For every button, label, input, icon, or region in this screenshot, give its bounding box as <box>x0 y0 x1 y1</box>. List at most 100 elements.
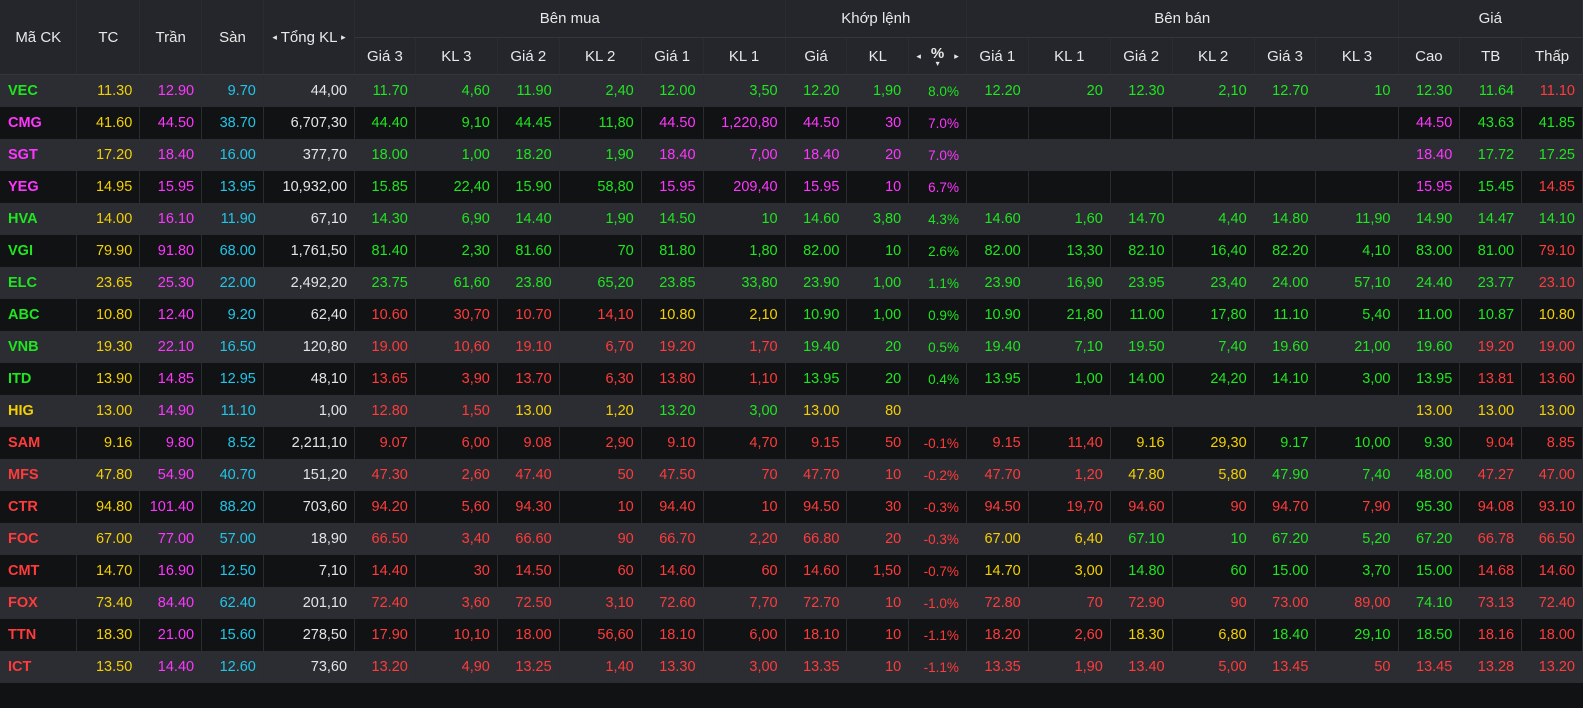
cell-symbol[interactable]: ICT <box>0 651 78 683</box>
col-header-sell-vol-1[interactable]: KL 1 <box>1028 37 1111 75</box>
table-row[interactable]: SAM 9.16 9.80 8.52 2,211,10 9.07 6,00 9.08 2,90 9… <box>0 427 1583 459</box>
col-header-sell-price-3[interactable]: Giá 3 <box>1254 37 1317 75</box>
col-header-sell-price-1[interactable]: Giá 1 <box>966 37 1029 75</box>
cell-change-percent: 7.0% <box>908 139 967 171</box>
table-row[interactable]: FOC 67.00 77.00 57.00 18,90 66.50 3,40 66.60 90 6… <box>0 523 1583 555</box>
cell-ref: 94.80 <box>76 491 141 523</box>
cell-symbol[interactable]: HIG <box>0 395 78 427</box>
col-header-sell-vol-2[interactable]: KL 2 <box>1172 37 1255 75</box>
table-row[interactable]: FOX 73.40 84.40 62.40 201,10 72.40 3,60 72.50 3,… <box>0 587 1583 619</box>
cell-total-volume: 703,60 <box>263 491 356 523</box>
table-row[interactable]: ELC 23.65 25.30 22.00 2,492,20 23.75 61,60 23.8… <box>0 267 1583 299</box>
cell-avg: 43.63 <box>1459 107 1523 139</box>
cell-sell-price-1: 13.95 <box>966 363 1029 395</box>
cell-ref: 18.30 <box>76 619 141 651</box>
table-row[interactable]: MFS 47.80 54.90 40.70 151,20 47.30 2,60 47.40 50… <box>0 459 1583 491</box>
cell-sell-price-2 <box>1110 139 1173 171</box>
table-row[interactable]: SGT 17.20 18.40 16.00 377,70 18.00 1,00 18.20 1,… <box>0 139 1583 171</box>
right-arrow-icon[interactable]: ▸ <box>341 32 346 43</box>
col-header-floor[interactable]: Sàn <box>201 0 264 75</box>
table-row[interactable]: YEG 14.95 15.95 13.95 10,932,00 15.85 22,40 15.… <box>0 171 1583 203</box>
col-header-buy-vol-1[interactable]: KL 1 <box>703 37 786 75</box>
table-row[interactable]: CMT 14.70 16.90 12.50 7,10 14.40 30 14.50 60 14.6… <box>0 555 1583 587</box>
table-row[interactable]: ICT 13.50 14.40 12.60 73,60 13.20 4,90 13.25 1,4… <box>0 651 1583 683</box>
col-header-match-price[interactable]: Giá <box>785 37 848 75</box>
cell-change-percent <box>908 395 967 427</box>
cell-ceiling: 44.50 <box>139 107 203 139</box>
cell-high: 14.90 <box>1398 203 1461 235</box>
cell-symbol[interactable]: FOC <box>0 523 78 555</box>
cell-low: 14.85 <box>1521 171 1583 203</box>
cell-ref: 19.30 <box>76 331 141 363</box>
col-header-symbol[interactable]: Mã CK <box>0 0 78 75</box>
cell-symbol[interactable]: ABC <box>0 299 78 331</box>
table-row[interactable]: CTR 94.80 101.40 88.20 703,60 94.20 5,60 94.30 1… <box>0 491 1583 523</box>
cell-symbol[interactable]: CMG <box>0 107 78 139</box>
cell-match-volume: 1,50 <box>846 555 910 587</box>
col-header-buy-price-1[interactable]: Giá 1 <box>641 37 704 75</box>
cell-symbol[interactable]: YEG <box>0 171 78 203</box>
col-header-low[interactable]: Thấp <box>1521 37 1583 75</box>
col-header-ceiling[interactable]: Trần <box>139 0 203 75</box>
cell-symbol[interactable]: TTN <box>0 619 78 651</box>
cell-avg: 81.00 <box>1459 235 1523 267</box>
cell-symbol[interactable]: HVA <box>0 203 78 235</box>
cell-symbol[interactable]: CTR <box>0 491 78 523</box>
cell-symbol[interactable]: FOX <box>0 587 78 619</box>
left-arrow-icon[interactable]: ◂ <box>916 51 921 62</box>
cell-low: 72.40 <box>1521 587 1583 619</box>
col-header-sell-price-2[interactable]: Giá 2 <box>1110 37 1173 75</box>
table-row[interactable]: VGI 79.90 91.80 68.00 1,761,50 81.40 2,30 81.60… <box>0 235 1583 267</box>
cell-sell-price-1: 19.40 <box>966 331 1029 363</box>
cell-sell-price-1: 47.70 <box>966 459 1029 491</box>
cell-ceiling: 16.90 <box>139 555 203 587</box>
col-header-buy-vol-3[interactable]: KL 3 <box>415 37 498 75</box>
col-header-buy-vol-2[interactable]: KL 2 <box>559 37 642 75</box>
cell-sell-vol-3 <box>1315 171 1399 203</box>
col-header-high[interactable]: Cao <box>1398 37 1461 75</box>
cell-match-volume: 20 <box>846 523 910 555</box>
col-header-buy-price-3[interactable]: Giá 3 <box>354 37 416 75</box>
cell-buy-vol-2: 70 <box>559 235 642 267</box>
table-row[interactable]: HVA 14.00 16.10 11.90 67,10 14.30 6,90 14.40 1,9… <box>0 203 1583 235</box>
cell-symbol[interactable]: VEC <box>0 74 78 107</box>
cell-sell-vol-1: 13,30 <box>1028 235 1111 267</box>
right-arrow-icon[interactable]: ▸ <box>954 51 959 62</box>
cell-buy-price-1: 12.00 <box>641 74 704 107</box>
cell-buy-price-3: 19.00 <box>354 331 416 363</box>
table-row[interactable]: VEC 11.30 12.90 9.70 44,00 11.70 4,60 11.90 2,40… <box>0 74 1583 107</box>
col-header-sell-vol-3[interactable]: KL 3 <box>1315 37 1399 75</box>
cell-symbol[interactable]: CMT <box>0 555 78 587</box>
cell-buy-price-2: 15.90 <box>497 171 560 203</box>
col-header-ref[interactable]: TC <box>76 0 141 75</box>
cell-symbol[interactable]: ITD <box>0 363 78 395</box>
table-row[interactable]: CMG 41.60 44.50 38.70 6,707,30 44.40 9,10 44.45… <box>0 107 1583 139</box>
cell-sell-vol-1 <box>1028 107 1111 139</box>
cell-floor: 16.00 <box>201 139 264 171</box>
table-row[interactable]: VNB 19.30 22.10 16.50 120,80 19.00 10,60 19.10 6… <box>0 331 1583 363</box>
cell-symbol[interactable]: SGT <box>0 139 78 171</box>
cell-buy-vol-1: 2,10 <box>703 299 786 331</box>
table-row[interactable]: ITD 13.90 14.85 12.95 48,10 13.65 3,90 13.70 6,3… <box>0 363 1583 395</box>
col-header-match-volume[interactable]: KL <box>846 37 910 75</box>
cell-buy-vol-2: 1,40 <box>559 651 642 683</box>
table-row[interactable]: TTN 18.30 21.00 15.60 278,50 17.90 10,10 18.00 5… <box>0 619 1583 651</box>
cell-ceiling: 14.85 <box>139 363 203 395</box>
col-header-change-percent[interactable]: ◂ % ▾ ▸ <box>908 37 967 75</box>
col-header-total-volume[interactable]: ◂ Tổng KL ▸ <box>263 0 356 75</box>
col-header-avg[interactable]: TB <box>1459 37 1523 75</box>
cell-ref: 73.40 <box>76 587 141 619</box>
table-row[interactable]: HIG 13.00 14.90 11.10 1,00 12.80 1,50 13.00 1,20… <box>0 395 1583 427</box>
col-header-buy-price-2[interactable]: Giá 2 <box>497 37 560 75</box>
cell-symbol[interactable]: MFS <box>0 459 78 491</box>
cell-floor: 12.95 <box>201 363 264 395</box>
cell-symbol[interactable]: SAM <box>0 427 78 459</box>
cell-symbol[interactable]: VGI <box>0 235 78 267</box>
cell-sell-vol-1: 3,00 <box>1028 555 1111 587</box>
left-arrow-icon[interactable]: ◂ <box>272 32 277 43</box>
table-row[interactable]: ABC 10.80 12.40 9.20 62,40 10.60 30,70 10.70 14,… <box>0 299 1583 331</box>
cell-symbol[interactable]: ELC <box>0 267 78 299</box>
cell-symbol[interactable]: VNB <box>0 331 78 363</box>
cell-buy-vol-2: 65,20 <box>559 267 642 299</box>
cell-buy-price-1: 94.40 <box>641 491 704 523</box>
